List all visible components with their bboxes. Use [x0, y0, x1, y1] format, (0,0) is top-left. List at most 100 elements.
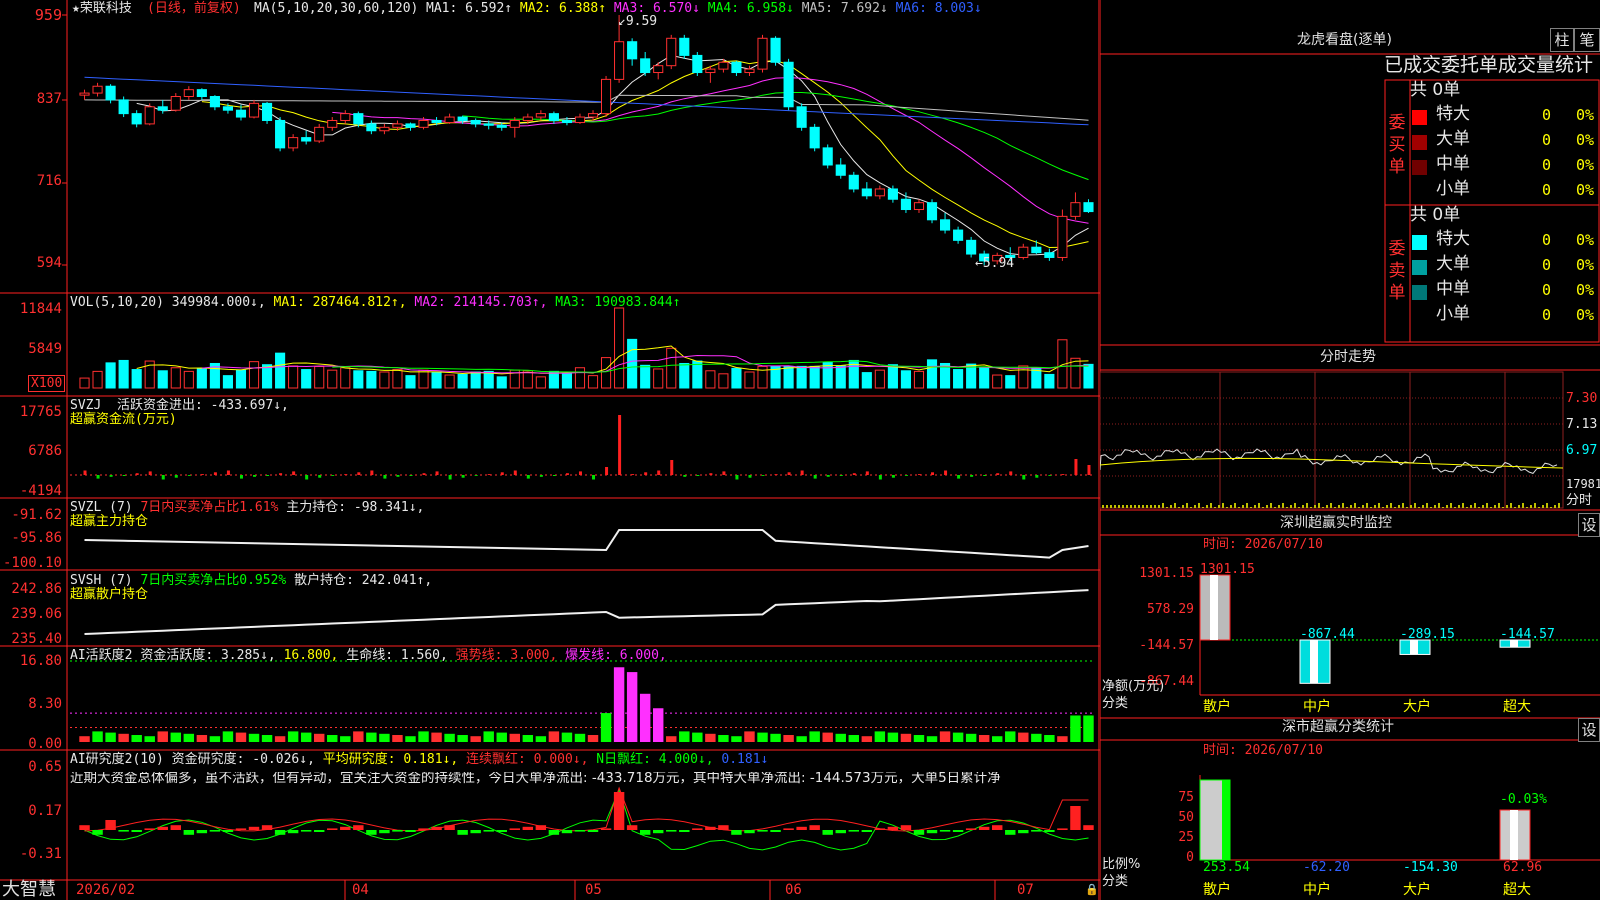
intraday-vol-bar — [1278, 505, 1280, 508]
ai-research-bar — [131, 830, 142, 832]
svzl-y-tick: -95.86 — [11, 530, 62, 546]
volume-bar — [92, 370, 103, 389]
volume-bar — [692, 360, 703, 389]
candle-body — [783, 61, 794, 108]
sz-settings-button[interactable]: 设 — [1578, 513, 1600, 537]
candle-body — [900, 198, 912, 211]
period-label[interactable]: (日线，前复权) — [147, 2, 241, 15]
ai-research-bar — [783, 828, 794, 830]
svzj-bar — [409, 475, 413, 476]
ai-research-bar — [405, 830, 416, 832]
intraday-vol-bar — [1122, 505, 1124, 508]
sh-bottom-label: -62.20 — [1303, 860, 1350, 875]
ai-research-y-tick: -0.31 — [19, 846, 62, 862]
svzj-bar — [513, 470, 517, 475]
candle-body — [666, 37, 677, 67]
intraday-vol-bar — [1174, 503, 1176, 508]
candle-body — [953, 229, 964, 241]
ai-research-bar — [561, 830, 573, 834]
intraday-vol-bar — [1198, 503, 1200, 508]
ma-param-label: MA(5,10,20,30,60,120) — [254, 1, 419, 16]
ai-research-bar — [991, 825, 1003, 830]
intraday-vol-bar — [1274, 507, 1276, 508]
ai-research-bar — [822, 830, 833, 835]
ma-legend-item: MA4: 6.958↓ — [707, 1, 802, 16]
ai-active-bar — [718, 735, 729, 742]
candle-body — [640, 58, 651, 74]
ai-active-bar — [535, 736, 547, 742]
sz-time: 时间: 2026/07/10 — [1203, 537, 1323, 552]
ai-active-bar — [991, 736, 1003, 742]
candle-body — [261, 102, 273, 121]
volume-bar — [275, 352, 286, 389]
intraday-vol-bar — [1362, 505, 1364, 508]
svzj-bar — [722, 471, 726, 475]
sh-settings-button[interactable]: 设 — [1578, 718, 1600, 742]
ai-active-bar — [822, 732, 833, 742]
volume-bar — [79, 377, 90, 389]
order-row-count: 0 — [1542, 156, 1552, 174]
svzj-bar — [500, 472, 504, 475]
intraday-vol-bar — [1474, 503, 1476, 508]
intraday-vol-bar — [1446, 505, 1448, 508]
order-stats-tabs[interactable]: 已成交委托单成交量统计 — [1384, 56, 1593, 75]
candle-body — [835, 164, 846, 176]
ai-research-bar — [952, 830, 964, 832]
sz-category-label: 散户 — [1203, 699, 1231, 715]
candle-body — [548, 113, 559, 121]
ai-active-bar — [705, 733, 716, 742]
intraday-vol-bar — [1454, 507, 1456, 508]
stock-name[interactable]: ★荣联科技 — [72, 2, 132, 15]
sz-y-label: 净额(万元) — [1102, 679, 1165, 694]
vol-unit-button[interactable]: X100 — [28, 375, 66, 392]
tick-view-button[interactable]: 笔 — [1574, 28, 1600, 52]
svzj-bar — [109, 475, 113, 477]
main-y-tick: 837 — [36, 91, 62, 107]
order-row-count: 0 — [1542, 281, 1552, 299]
order-row-count: 0 — [1542, 231, 1552, 249]
svzj-bar — [357, 472, 361, 475]
intraday-vol-bar — [1530, 505, 1532, 508]
volume-bar — [405, 375, 416, 389]
ai-research-bar — [887, 826, 899, 830]
bar-view-button[interactable]: 柱 — [1550, 28, 1574, 52]
intraday-vol-bar — [1254, 505, 1256, 508]
ai-active-bar — [757, 732, 768, 742]
sh-y-tick: 75 — [1178, 790, 1194, 805]
ai-active-bar — [1070, 715, 1081, 742]
sz-category-label: 大户 — [1403, 699, 1431, 715]
svzj-bar — [435, 471, 439, 475]
svsh-y-tick: 242.86 — [11, 581, 62, 597]
intraday-vol-bar — [1558, 503, 1560, 508]
volume-bar — [222, 375, 234, 389]
volume-bar — [131, 369, 142, 389]
ai-active-bar — [483, 731, 494, 742]
intraday-vol-bar — [1554, 505, 1556, 508]
ai-research-bar — [483, 830, 494, 832]
intraday-vol-bar — [1230, 505, 1232, 508]
order-row-label: 小单 — [1436, 179, 1470, 199]
volume-bar — [874, 369, 885, 389]
order-row-percent: 0% — [1576, 131, 1595, 149]
ai-active-bar — [470, 736, 481, 742]
intraday-vol-bar — [1398, 505, 1400, 508]
ma4-line — [462, 92, 1089, 181]
intraday-vol-bar — [1366, 503, 1368, 508]
intraday-vol-bar — [1298, 507, 1300, 508]
intraday-vol-bar — [1114, 505, 1116, 508]
volume-bar — [444, 374, 455, 389]
candle-body — [679, 37, 690, 56]
lock-icon[interactable]: 🔒 — [1085, 884, 1099, 895]
sh-bar-green — [1222, 780, 1230, 860]
intraday-vol-bar — [1194, 505, 1196, 508]
svzl-header: SVZL (7) 7日内买卖净占比1.61% 主力持仓: -98.341↓, — [70, 500, 425, 515]
ai-research-bar — [535, 825, 547, 830]
ai-active-bar — [300, 732, 312, 742]
svzj-bar — [448, 475, 452, 480]
intraday-tab[interactable]: 分时 — [1566, 494, 1592, 507]
svzj-header: SVZJ 活跃资金进出: -433.697↓, — [70, 398, 289, 413]
candle-body — [105, 85, 116, 101]
volume-bar — [470, 371, 481, 389]
ai-active-bar — [327, 735, 338, 742]
intraday-vol-bar — [1502, 507, 1504, 508]
